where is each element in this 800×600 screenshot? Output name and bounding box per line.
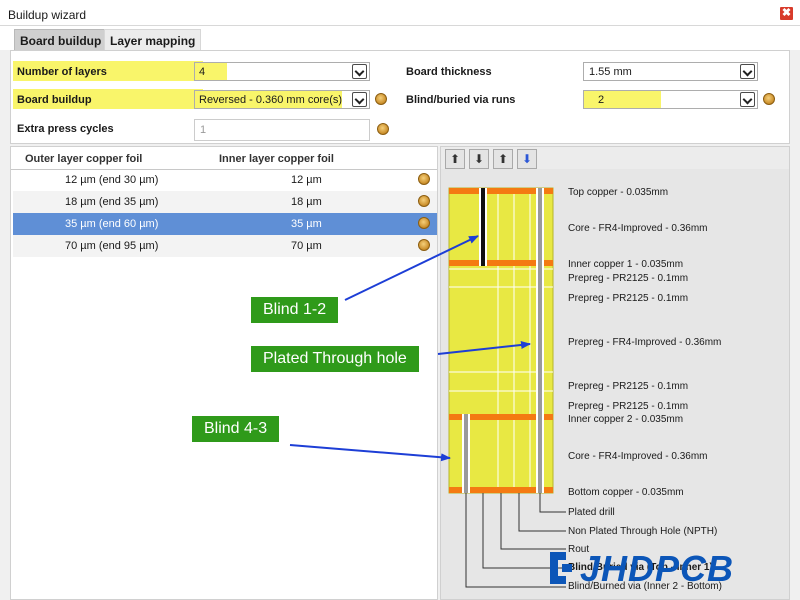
cost-coin-icon <box>418 173 430 185</box>
board-buildup-select[interactable]: Reversed - 0.360 mm core(s) <box>194 90 370 109</box>
layer-label: Prepreg - PR2125 - 0.1mm <box>568 381 689 392</box>
chevron-down-icon[interactable] <box>740 92 755 107</box>
table-row-selected[interactable]: 35 µm (end 60 µm) 35 µm <box>13 213 437 235</box>
tab-board-buildup[interactable]: Board buildup <box>14 29 108 50</box>
column-header-inner: Inner layer copper foil <box>219 153 334 165</box>
cost-coin-icon <box>418 195 430 207</box>
layer-label: Inner copper 2 - 0.035mm <box>568 414 684 425</box>
chevron-down-icon[interactable] <box>740 64 755 79</box>
layer-label: Prepreg - FR4-Improved - 0.36mm <box>568 337 722 348</box>
outer-copper-cell: 35 µm (end 60 µm) <box>65 218 159 230</box>
legend-label: Plated drill <box>568 507 615 518</box>
callout-plated-through-hole: Plated Through hole <box>251 346 419 372</box>
number-of-layers-select[interactable]: 4 <box>194 62 370 81</box>
board-thickness-label: Board thickness <box>406 66 492 78</box>
cost-coin-icon <box>418 217 430 229</box>
table-row[interactable]: 70 µm (end 95 µm) 70 µm <box>13 235 437 257</box>
inner-copper-cell: 35 µm <box>291 218 322 230</box>
tab-layer-mapping[interactable]: Layer mapping <box>104 29 202 50</box>
outer-copper-cell: 18 µm (end 35 µm) <box>65 196 159 208</box>
insert-down-icon[interactable]: ⬇ <box>517 149 537 169</box>
blind-via-1-2-core <box>481 188 485 266</box>
table-row[interactable]: 18 µm (end 35 µm) 18 µm <box>13 191 437 213</box>
cost-coin-icon <box>763 93 775 105</box>
stackup-panel: ⬆ ⬇ ⬆ ⬇ Top copper - 0.035mm Core - FR4-… <box>440 146 790 600</box>
blind-buried-via-runs-select[interactable]: 2 <box>583 90 758 109</box>
copper-foil-table: Outer layer copper foil Inner layer copp… <box>10 146 438 600</box>
inner-copper-cell: 18 µm <box>291 196 322 208</box>
outer-copper-cell: 12 µm (end 30 µm) <box>65 174 159 186</box>
table-row[interactable]: 12 µm (end 30 µm) 12 µm <box>13 169 437 191</box>
inner-copper-cell: 70 µm <box>291 240 322 252</box>
number-of-layers-value: 4 <box>195 63 227 80</box>
move-down-icon[interactable]: ⬇ <box>469 149 489 169</box>
layer-label: Prepreg - PR2125 - 0.1mm <box>568 273 689 284</box>
watermark-text: JHDPCB <box>580 548 735 589</box>
legend-label: Non Plated Through Hole (NPTH) <box>568 526 718 537</box>
blind-via-4-3-core <box>464 414 468 493</box>
window-title: Buildup wizard <box>8 8 87 22</box>
jhdpcb-logo-icon <box>550 552 572 584</box>
layer-label: Inner copper 1 - 0.035mm <box>568 259 684 270</box>
outer-copper-cell: 70 µm (end 95 µm) <box>65 240 159 252</box>
chevron-down-icon[interactable] <box>352 64 367 79</box>
buildup-form: Number of layers 4 Board buildup Reverse… <box>10 50 790 144</box>
extra-press-cycles-input[interactable]: 1 <box>194 119 370 141</box>
board-buildup-label: Board buildup <box>13 89 203 109</box>
cost-coin-icon <box>418 239 430 251</box>
number-of-layers-label: Number of layers <box>13 61 203 81</box>
callout-blind-4-3: Blind 4-3 <box>192 416 280 442</box>
stackup-diagram: Top copper - 0.035mm Core - FR4-Improved… <box>441 169 789 599</box>
board-thickness-select[interactable]: 1.55 mm <box>583 62 758 81</box>
chevron-down-icon[interactable] <box>352 92 367 107</box>
board-thickness-value: 1.55 mm <box>589 66 632 78</box>
plated-through-hole-core <box>538 188 542 493</box>
cost-coin-icon <box>377 123 389 135</box>
inner-copper-cell: 12 µm <box>291 174 322 186</box>
tab-bar: Board buildup Layer mapping <box>0 26 800 50</box>
layer-label: Top copper - 0.035mm <box>568 187 669 198</box>
board-buildup-value: Reversed - 0.360 mm core(s) <box>195 91 342 108</box>
layer-label: Prepreg - PR2125 - 0.1mm <box>568 293 689 304</box>
callout-blind-1-2: Blind 1-2 <box>251 297 339 323</box>
insert-up-icon[interactable]: ⬆ <box>493 149 513 169</box>
column-header-outer: Outer layer copper foil <box>25 153 143 165</box>
blind-buried-via-runs-label: Blind/buried via runs <box>406 94 516 106</box>
blind-buried-via-runs-value: 2 <box>584 91 661 108</box>
move-up-icon[interactable]: ⬆ <box>445 149 465 169</box>
extra-press-cycles-label: Extra press cycles <box>17 123 114 135</box>
layer-label: Core - FR4-Improved - 0.36mm <box>568 223 708 234</box>
close-button[interactable]: ✖ <box>780 7 793 20</box>
layer-label: Bottom copper - 0.035mm <box>568 487 684 498</box>
layer-label: Core - FR4-Improved - 0.36mm <box>568 451 708 462</box>
title-bar: Buildup wizard ✖ <box>0 0 800 26</box>
layer-label: Prepreg - PR2125 - 0.1mm <box>568 401 689 412</box>
cost-coin-icon <box>375 93 387 105</box>
